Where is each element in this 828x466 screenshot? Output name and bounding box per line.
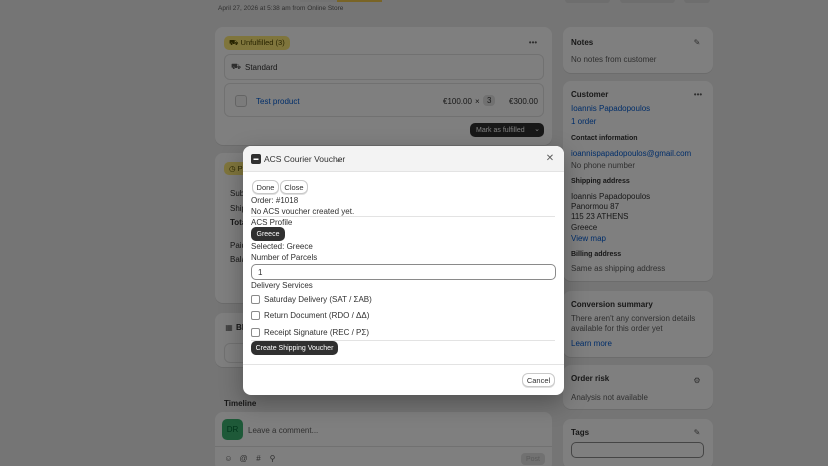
modal-header: ▬ ACS Courier Voucher ⌄ ✕	[243, 146, 564, 172]
done-button[interactable]: Done	[252, 180, 279, 194]
modal-footer-divider	[243, 364, 564, 365]
order-number: Order: #1018	[251, 196, 299, 205]
section-divider	[251, 216, 555, 217]
saturday-delivery-label: Saturday Delivery (SAT / ΣΑΒ)	[264, 295, 372, 304]
acs-courier-modal: ▬ ACS Courier Voucher ⌄ ✕ Done Close Ord…	[243, 146, 564, 395]
acs-profile-label: ACS Profile	[251, 218, 293, 227]
number-of-parcels-label: Number of Parcels	[251, 253, 318, 262]
selected-profile-text: Selected: Greece	[251, 242, 313, 251]
chevron-down-icon[interactable]: ⌄	[334, 154, 343, 164]
create-shipping-voucher-button[interactable]: Create Shipping Voucher	[251, 341, 338, 355]
close-icon[interactable]: ✕	[545, 153, 555, 164]
return-document-label: Return Document (RDO / ΔΔ)	[264, 311, 370, 320]
number-of-parcels-input[interactable]: 1	[251, 264, 556, 280]
close-button[interactable]: Close	[280, 180, 308, 194]
saturday-delivery-checkbox[interactable]	[251, 295, 260, 304]
receipt-signature-label: Receipt Signature (REC / ΡΣ)	[264, 328, 369, 337]
app-logo-icon: ▬	[251, 154, 261, 164]
receipt-signature-checkbox[interactable]	[251, 328, 260, 337]
profile-greece-button[interactable]: Greece	[251, 227, 285, 241]
delivery-services-label: Delivery Services	[251, 281, 313, 290]
voucher-status: No ACS voucher created yet.	[251, 207, 355, 216]
return-document-checkbox[interactable]	[251, 311, 260, 320]
cancel-button[interactable]: Cancel	[522, 373, 555, 387]
